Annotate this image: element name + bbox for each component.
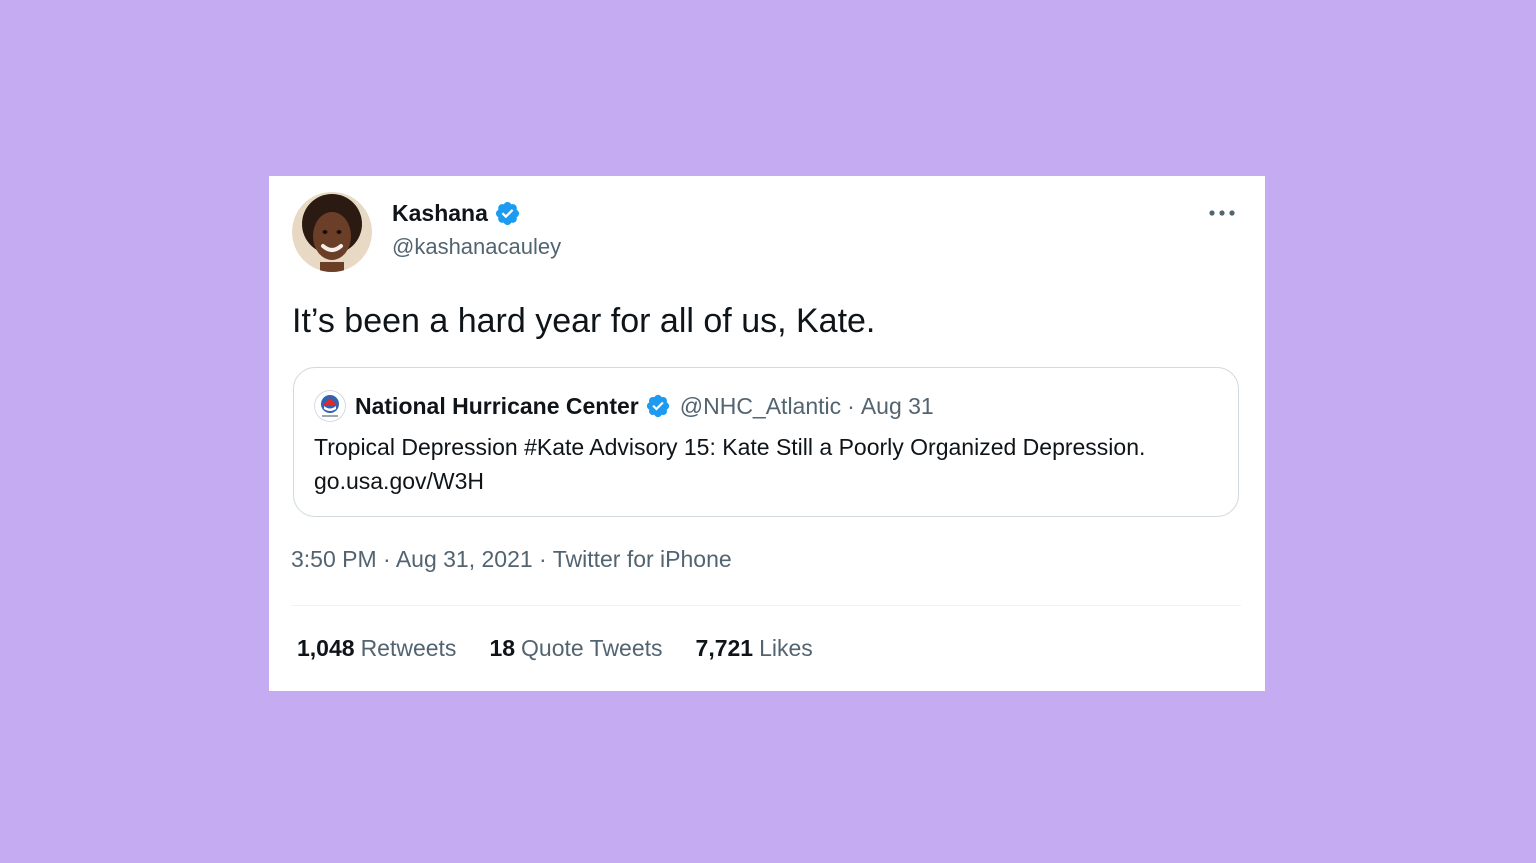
quoted-handle[interactable]: @NHC_Atlantic: [680, 393, 841, 420]
quote-tweets-count: 18: [489, 635, 516, 661]
quoted-verified-badge-icon: [645, 393, 671, 419]
likes-label: Likes: [759, 635, 813, 661]
tweet-text: It’s been a hard year for all of us, Kat…: [292, 302, 876, 340]
more-options-icon[interactable]: [1207, 198, 1237, 228]
author-name-row: Kashana: [392, 200, 521, 227]
author-handle[interactable]: @kashanacauley: [392, 234, 561, 260]
divider: [291, 605, 1241, 606]
author-display-name[interactable]: Kashana: [392, 200, 488, 227]
quoted-display-name[interactable]: National Hurricane Center: [355, 393, 639, 420]
quoted-date[interactable]: Aug 31: [861, 393, 934, 420]
quoted-tweet-text: Tropical Depression #Kate Advisory 15: K…: [314, 434, 1146, 494]
likes-stat[interactable]: 7,721 Likes: [696, 635, 813, 662]
engagement-stats: 1,048 Retweets 18 Quote Tweets 7,721 Likes: [297, 635, 846, 662]
retweets-count: 1,048: [297, 635, 355, 661]
retweets-label: Retweets: [360, 635, 457, 661]
quote-tweets-label: Quote Tweets: [521, 635, 663, 661]
quoted-tweet[interactable]: National Hurricane Center @NHC_Atlantic …: [293, 367, 1239, 517]
retweets-stat[interactable]: 1,048 Retweets: [297, 635, 456, 662]
nhc-logo-icon: [314, 390, 346, 422]
quoted-separator: ·: [847, 392, 855, 419]
tweet-card: Kashana @kashanacauley It’s been a hard …: [269, 176, 1265, 691]
author-avatar[interactable]: [292, 192, 372, 272]
verified-badge-icon: [494, 200, 521, 227]
quoted-tweet-header: National Hurricane Center @NHC_Atlantic …: [314, 390, 934, 422]
likes-count: 7,721: [695, 635, 754, 661]
tweet-timestamp[interactable]: 3:50 PM · Aug 31, 2021 · Twitter for iPh…: [291, 546, 732, 573]
quote-tweets-stat[interactable]: 18 Quote Tweets: [489, 635, 662, 662]
